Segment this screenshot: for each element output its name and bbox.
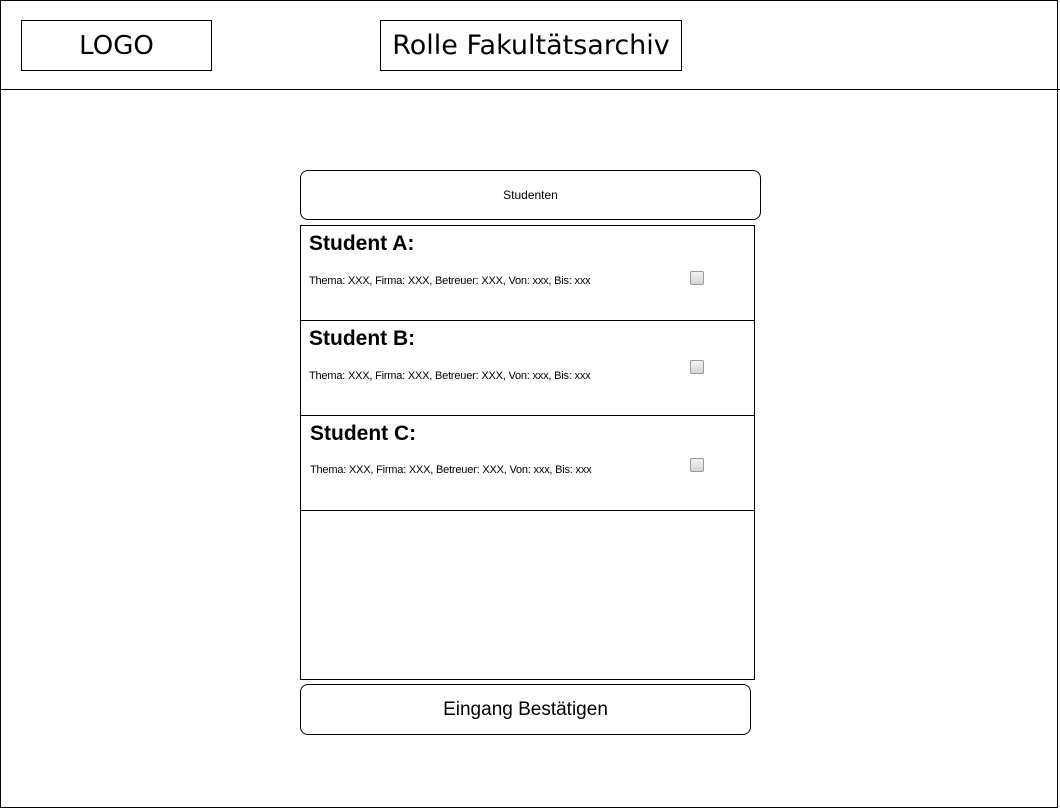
logo: LOGO xyxy=(21,20,212,71)
student-list: Student A: Thema: XXX, Firma: XXX, Betre… xyxy=(300,225,755,680)
confirm-receipt-button[interactable]: Eingang Bestätigen xyxy=(300,684,751,735)
logo-text: LOGO xyxy=(79,30,154,61)
student-details: Thema: XXX, Firma: XXX, Betreuer: XXX, V… xyxy=(309,275,591,287)
list-item-student-c: Student C: Thema: XXX, Firma: XXX, Betre… xyxy=(301,416,754,511)
confirm-button-label: Eingang Bestätigen xyxy=(443,698,608,720)
student-title: Student C: xyxy=(310,422,417,445)
role-title-text: Rolle Fakultätsarchiv xyxy=(392,30,670,61)
student-a-checkbox[interactable] xyxy=(690,271,704,285)
students-header-label: Studenten xyxy=(503,188,558,202)
students-header-button[interactable]: Studenten xyxy=(300,170,761,220)
student-title: Student B: xyxy=(309,327,416,350)
student-title: Student A: xyxy=(309,232,415,255)
list-item-student-a: Student A: Thema: XXX, Firma: XXX, Betre… xyxy=(301,226,754,321)
page-title: Rolle Fakultätsarchiv xyxy=(380,20,682,71)
header-divider xyxy=(0,89,1060,90)
student-b-checkbox[interactable] xyxy=(690,360,704,374)
student-c-checkbox[interactable] xyxy=(690,458,704,472)
student-details: Thema: XXX, Firma: XXX, Betreuer: XXX, V… xyxy=(310,464,592,476)
list-item-student-b: Student B: Thema: XXX, Firma: XXX, Betre… xyxy=(301,321,754,416)
student-details: Thema: XXX, Firma: XXX, Betreuer: XXX, V… xyxy=(309,370,591,382)
